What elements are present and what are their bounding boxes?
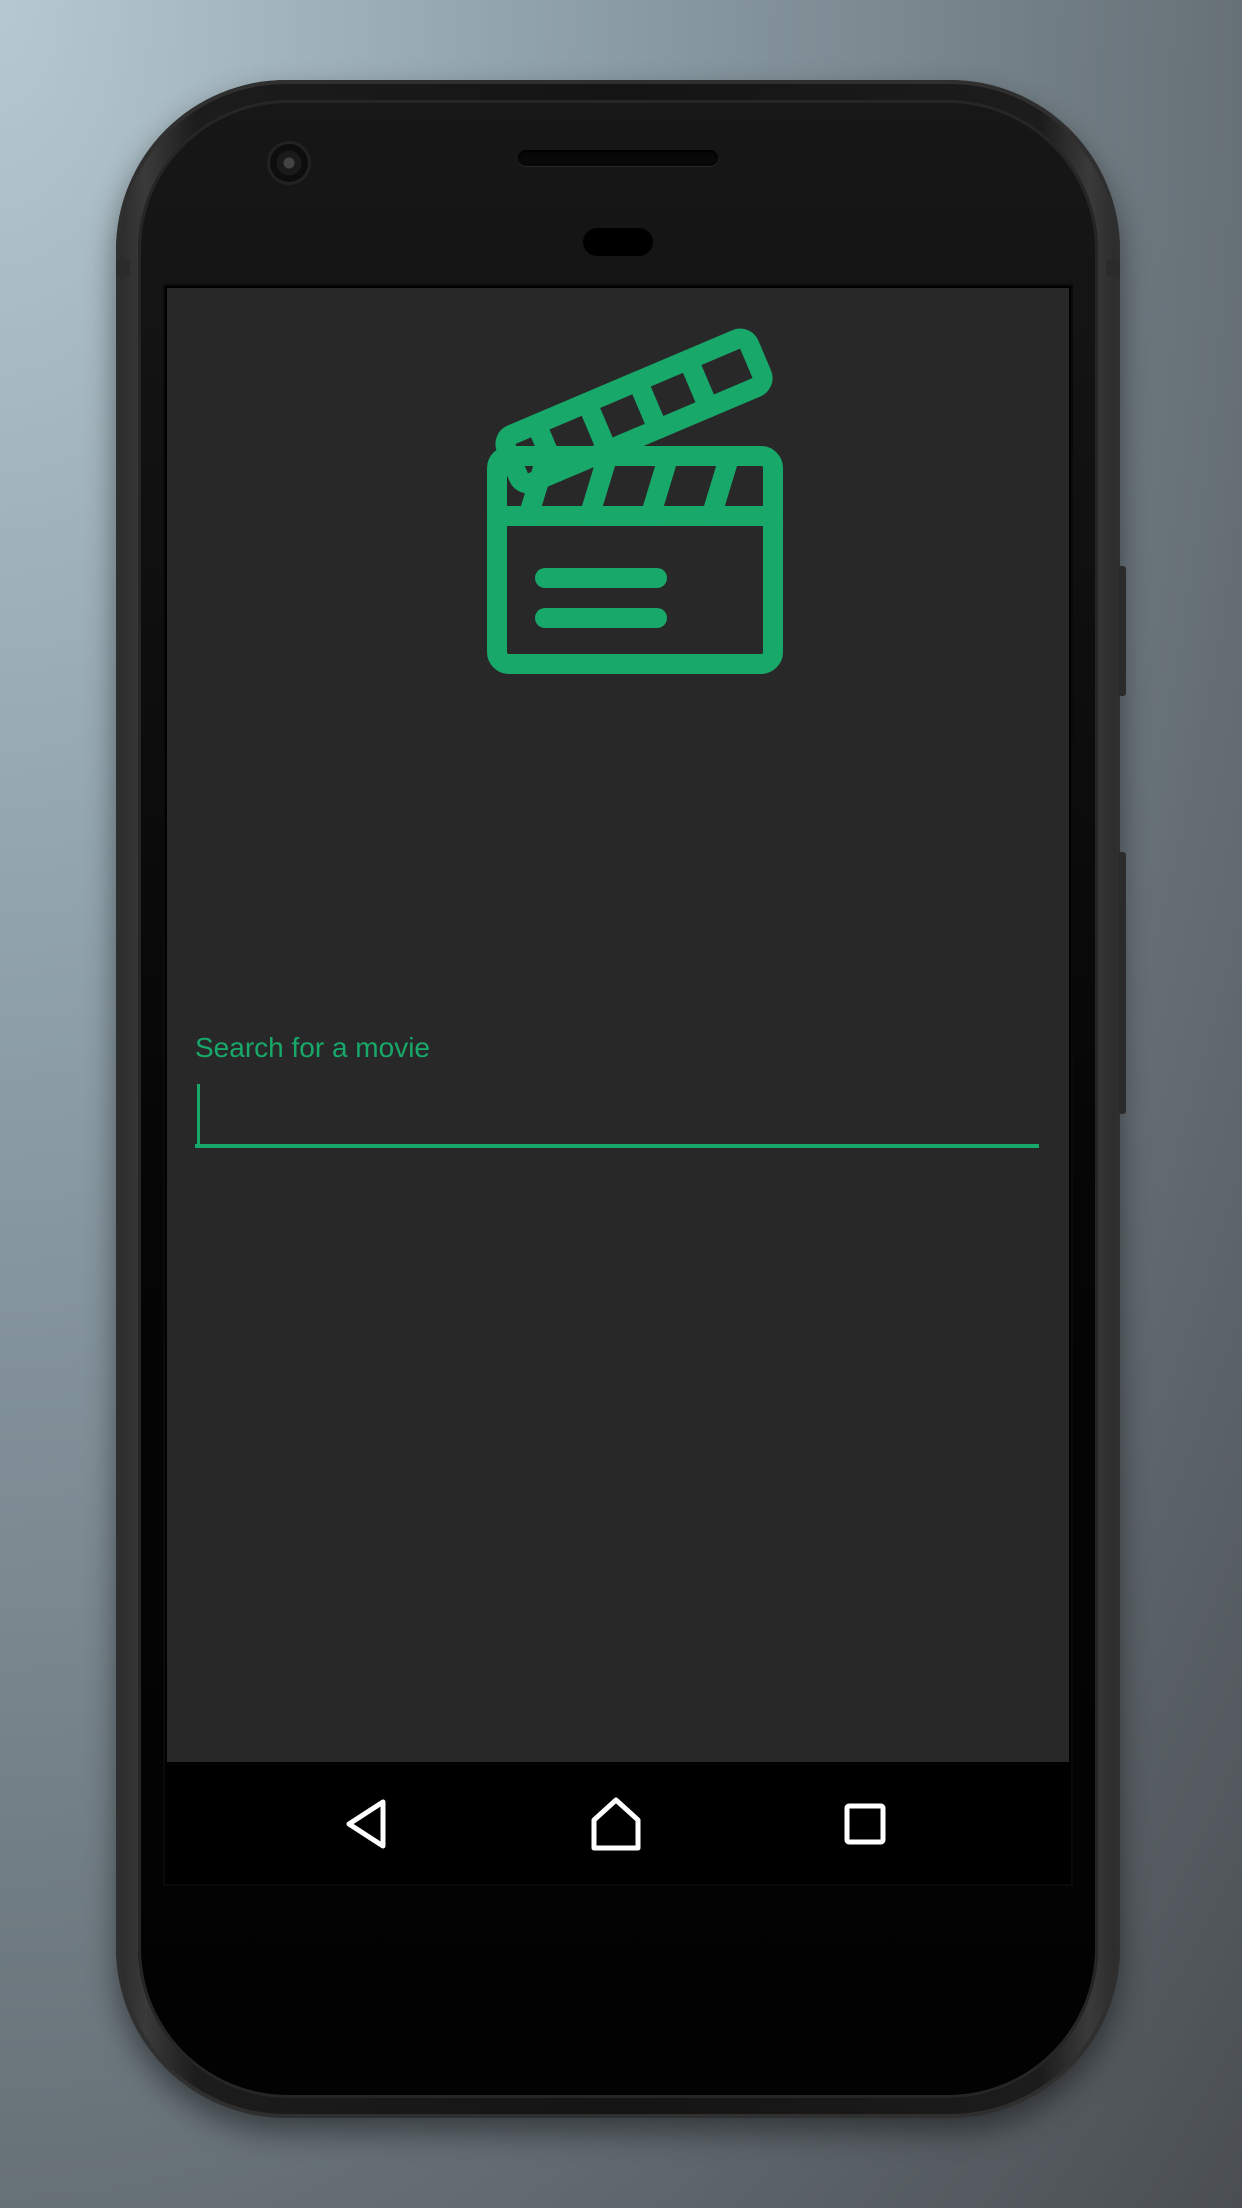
front-camera (270, 144, 308, 182)
phone-screen: Search for a movie (165, 286, 1071, 1884)
text-cursor (197, 1084, 200, 1144)
home-icon (591, 1797, 641, 1851)
proximity-sensor (583, 228, 653, 256)
navigation-bar (165, 1762, 1071, 1884)
search-input[interactable] (195, 1082, 1039, 1148)
power-button (1118, 852, 1126, 1114)
back-triangle-icon (346, 1799, 386, 1849)
home-button[interactable] (576, 1784, 656, 1864)
right-edge-button (1106, 260, 1120, 276)
recents-button[interactable] (825, 1784, 905, 1864)
app-content: Search for a movie (167, 288, 1069, 1762)
earpiece-speaker (518, 150, 718, 166)
volume-button (1118, 566, 1126, 696)
clapperboard-icon (487, 328, 783, 674)
search-label: Search for a movie (195, 1032, 430, 1063)
back-button[interactable] (327, 1784, 407, 1864)
recents-square-icon (844, 1803, 886, 1845)
left-edge-button (116, 260, 130, 276)
